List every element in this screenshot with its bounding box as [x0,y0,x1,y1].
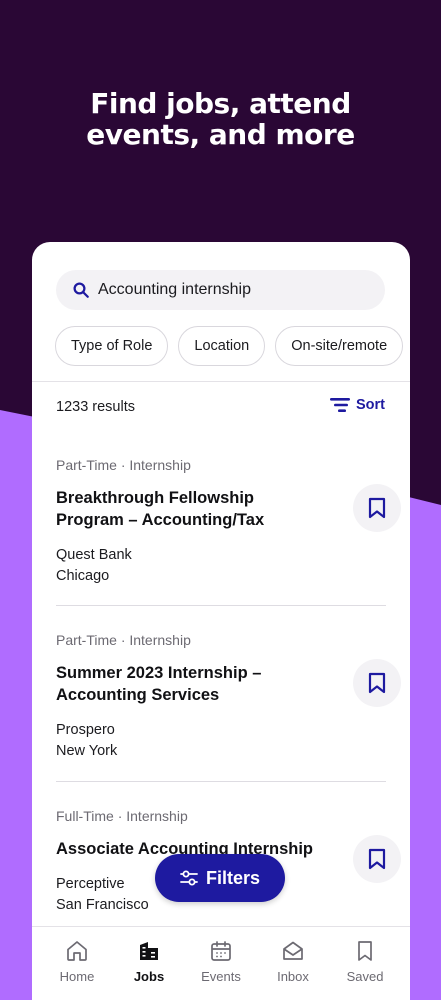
bookmark-icon [368,672,386,694]
job-location: Chicago [56,568,110,584]
bookmark-icon [368,497,386,519]
headline-line-2: events, and more [86,118,355,151]
filter-chips: Type of Role Location On-site/remote [55,326,404,366]
job-company: Quest Bank [56,547,132,563]
chip-on-site-remote[interactable]: On-site/remote [275,326,404,366]
calendar-icon [211,941,231,961]
tab-jobs-label: Jobs [133,969,165,984]
headline: Find jobs, attend events, and more [0,88,441,150]
job-type: Full-Time · Internship [56,808,188,824]
search-icon [73,282,89,298]
tab-inbox[interactable]: Inbox [257,939,329,984]
job-location: New York [56,743,118,759]
job-card[interactable]: Part-Time · Internship Summer 2023 Inter… [56,632,386,762]
bookmark-icon [368,848,386,870]
chip-type-of-role[interactable]: Type of Role [55,326,169,366]
sort-button[interactable]: Sort [330,397,385,413]
sliders-icon [180,870,198,886]
tab-events-label: Events [201,969,241,984]
job-card[interactable]: Part-Time · Internship Breakthrough Fell… [56,457,386,587]
home-icon [67,941,87,961]
app-screen-card: Accounting internship Type of Role Locat… [32,242,410,1000]
tab-events[interactable]: Events [185,939,257,984]
briefcase-icon [140,942,158,960]
tab-inbox-label: Inbox [277,969,309,984]
job-company: Prospero [56,722,115,738]
job-title[interactable]: Breakthrough Fellowship Program – Accoun… [56,487,326,531]
sort-icon [330,398,350,412]
filters-button[interactable]: Filters [155,854,285,902]
tab-saved[interactable]: Saved [329,939,401,984]
tab-home-label: Home [59,969,95,984]
chip-location[interactable]: Location [178,326,266,366]
results-count: 1233 results [56,399,135,415]
divider [32,381,410,382]
filters-label: Filters [205,867,261,888]
tab-saved-label: Saved [346,969,384,984]
bookmark-icon [358,941,372,961]
save-job-button[interactable] [353,484,401,532]
tab-home[interactable]: Home [41,939,113,984]
save-job-button[interactable] [353,659,401,707]
job-separator [56,781,386,782]
search-input[interactable]: Accounting internship [56,270,385,310]
job-type: Part-Time · Internship [56,457,191,473]
save-job-button[interactable] [353,835,401,883]
envelope-icon [283,941,303,960]
job-type: Part-Time · Internship [56,632,191,648]
sort-label: Sort [356,397,385,413]
bottom-tab-bar: Home Jobs Events Inbox Saved [32,926,410,1000]
job-separator [56,605,386,606]
job-title[interactable]: Summer 2023 Internship – Accounting Serv… [56,662,326,706]
search-query: Accounting internship [98,281,251,298]
headline-line-1: Find jobs, attend [90,87,351,120]
tab-jobs[interactable]: Jobs [113,939,185,984]
